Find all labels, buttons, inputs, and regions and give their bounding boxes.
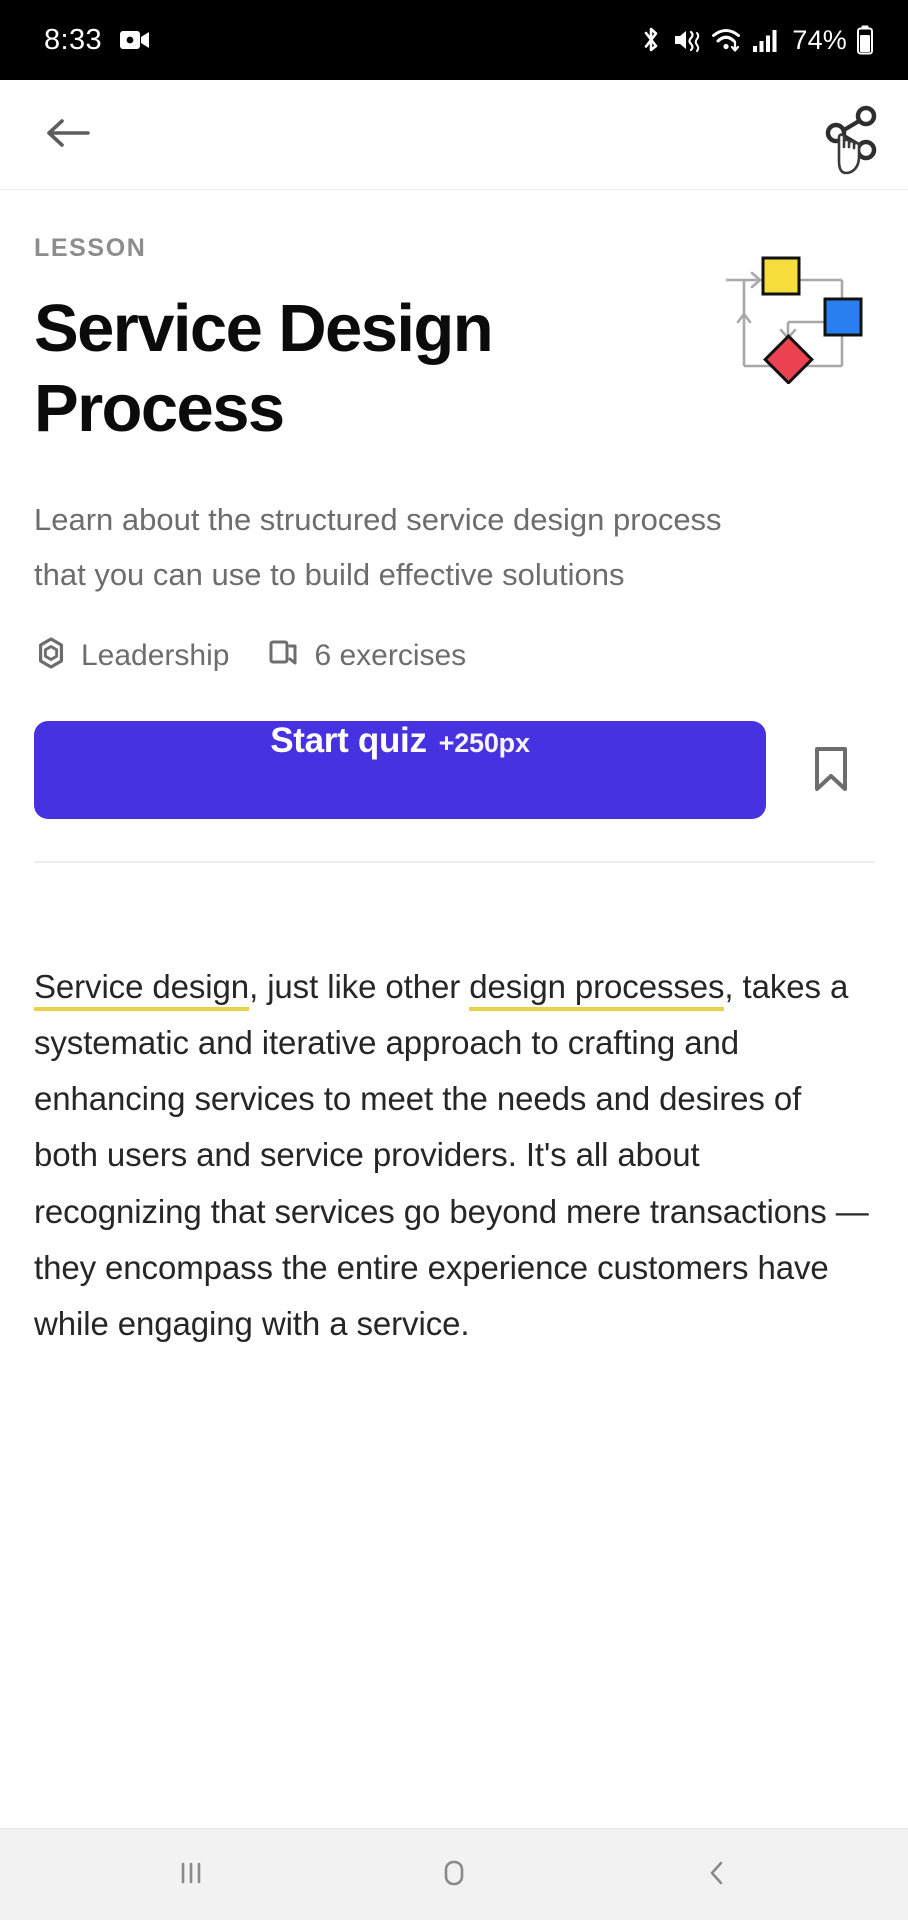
meta-item-category: Leadership xyxy=(34,636,229,675)
blue-square xyxy=(823,297,863,337)
article-text-2: , takes a systematic and iterative appro… xyxy=(34,968,869,1342)
lesson-eyebrow: LESSON xyxy=(34,234,147,262)
android-nav-bar xyxy=(0,1828,908,1920)
nav-back-icon xyxy=(700,1856,734,1893)
status-bar: 8:33 74% xyxy=(0,0,908,80)
lesson-meta-row: Leadership 6 exercises xyxy=(34,636,874,675)
lesson-cta-row: Start quiz +250px xyxy=(34,721,874,820)
hand-cursor-icon xyxy=(837,132,861,174)
lesson-hero: LESSON Service Design Process xyxy=(34,190,874,450)
article-body: Service design, just like other design p… xyxy=(34,959,874,1352)
hexagon-gear-icon xyxy=(34,636,68,675)
bookmark-icon xyxy=(809,744,853,797)
start-quiz-label: Start quiz xyxy=(270,721,427,761)
recents-button[interactable] xyxy=(143,1840,239,1910)
article-text-1: , just like other xyxy=(249,968,470,1006)
yellow-square xyxy=(761,256,801,296)
home-icon xyxy=(436,1855,472,1894)
nav-back-button[interactable] xyxy=(669,1840,765,1910)
bluetooth-icon xyxy=(639,25,663,55)
bookmark-button[interactable] xyxy=(788,727,874,813)
status-clock: 8:33 xyxy=(44,23,103,56)
lesson-description: Learn about the structured service desig… xyxy=(34,501,722,592)
share-icon-wrapper xyxy=(814,99,878,174)
app-header xyxy=(0,80,908,190)
meta-label-exercises: 6 exercises xyxy=(314,638,467,672)
meta-item-exercises: 6 exercises xyxy=(267,636,466,675)
cards-stack-icon xyxy=(267,636,301,675)
start-quiz-points: +250px xyxy=(438,728,530,759)
back-arrow-icon xyxy=(45,115,91,154)
recents-icon xyxy=(174,1856,208,1893)
home-button[interactable] xyxy=(406,1840,502,1910)
red-diamond xyxy=(763,334,814,385)
back-button[interactable] xyxy=(36,103,100,167)
lesson-hero-text: LESSON Service Design Process xyxy=(34,234,720,450)
page-title: Service Design Process xyxy=(34,291,494,447)
share-button[interactable] xyxy=(814,103,878,174)
battery-icon xyxy=(856,25,874,55)
flowchart-graphic xyxy=(720,244,870,385)
mute-vibrate-icon xyxy=(672,25,702,55)
inline-link-service-design[interactable]: Service design xyxy=(34,968,249,1012)
inline-link-design-processes[interactable]: design processes xyxy=(469,968,725,1012)
lesson-content: LESSON Service Design Process Learn abou… xyxy=(0,190,908,1828)
meta-label-category: Leadership xyxy=(81,638,230,672)
wifi-icon xyxy=(711,25,743,55)
video-recording-icon xyxy=(120,29,150,51)
status-bar-left: 8:33 xyxy=(44,24,150,57)
cellular-signal-icon xyxy=(752,27,778,53)
section-divider xyxy=(34,861,874,864)
status-bar-right: 74% xyxy=(639,25,874,56)
phone-screen: 8:33 74% LESSON Service Design Process L… xyxy=(0,0,908,1920)
start-quiz-button[interactable]: Start quiz +250px xyxy=(34,721,766,820)
battery-percent-label: 74% xyxy=(792,24,847,55)
